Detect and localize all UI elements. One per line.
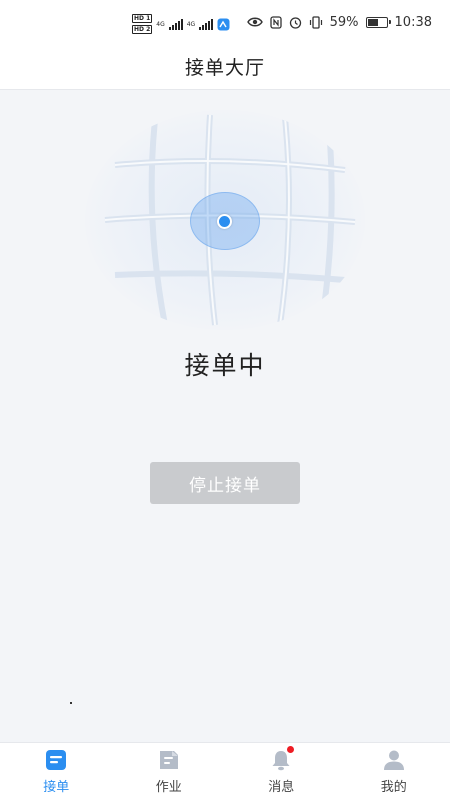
nav-label: 我的 bbox=[380, 780, 407, 795]
user-icon bbox=[383, 750, 404, 770]
network-type-1: 4G bbox=[156, 20, 165, 28]
sim2-label: HD 2 bbox=[132, 25, 153, 34]
current-location-dot bbox=[217, 214, 232, 229]
decorative-dot bbox=[70, 702, 72, 704]
alarm-icon bbox=[289, 16, 301, 29]
signal-icon bbox=[168, 18, 183, 30]
task-icon bbox=[159, 751, 178, 769]
nav-label: 消息 bbox=[268, 780, 295, 795]
order-icon bbox=[46, 750, 67, 770]
status-time: 10:38 bbox=[394, 14, 432, 30]
sim-labels: HD 1 HD 2 bbox=[132, 14, 153, 34]
nav-label: 接单 bbox=[43, 780, 70, 795]
nav-item-orders[interactable]: 接单 bbox=[0, 743, 113, 800]
stop-accepting-button[interactable]: 停止接单 bbox=[150, 462, 300, 504]
bottom-nav: 接单 作业 消息 我的 bbox=[0, 742, 450, 800]
battery-fill bbox=[367, 18, 379, 26]
nav-item-profile[interactable]: 我的 bbox=[338, 743, 450, 800]
eye-icon bbox=[246, 17, 263, 27]
network-indicators: HD 1 HD 2 4G 4G bbox=[132, 14, 230, 34]
battery-percent: 59% bbox=[329, 14, 359, 30]
signal-icon bbox=[199, 18, 214, 30]
vibrate-icon bbox=[309, 15, 322, 29]
nav-item-messages[interactable]: 消息 bbox=[225, 743, 338, 800]
app-notification-icon bbox=[217, 18, 230, 30]
nav-label: 作业 bbox=[155, 780, 182, 795]
battery-icon bbox=[365, 16, 391, 28]
app-header: 接单大厅 bbox=[0, 44, 450, 90]
unread-badge bbox=[286, 745, 296, 754]
order-status-text: 接单中 bbox=[184, 351, 266, 380]
page-title: 接单大厅 bbox=[184, 57, 265, 79]
network-type-2: 4G bbox=[186, 20, 196, 28]
sim1-label: HD 1 bbox=[132, 14, 153, 23]
bell-icon-wrap bbox=[269, 745, 296, 772]
nav-item-tasks[interactable]: 作业 bbox=[113, 743, 226, 800]
system-indicators: 59% 10:38 bbox=[246, 14, 432, 30]
location-map bbox=[85, 110, 365, 330]
status-bar: HD 1 HD 2 4G 4G 59% 10:38 bbox=[0, 0, 450, 44]
nfc-icon bbox=[269, 15, 282, 29]
